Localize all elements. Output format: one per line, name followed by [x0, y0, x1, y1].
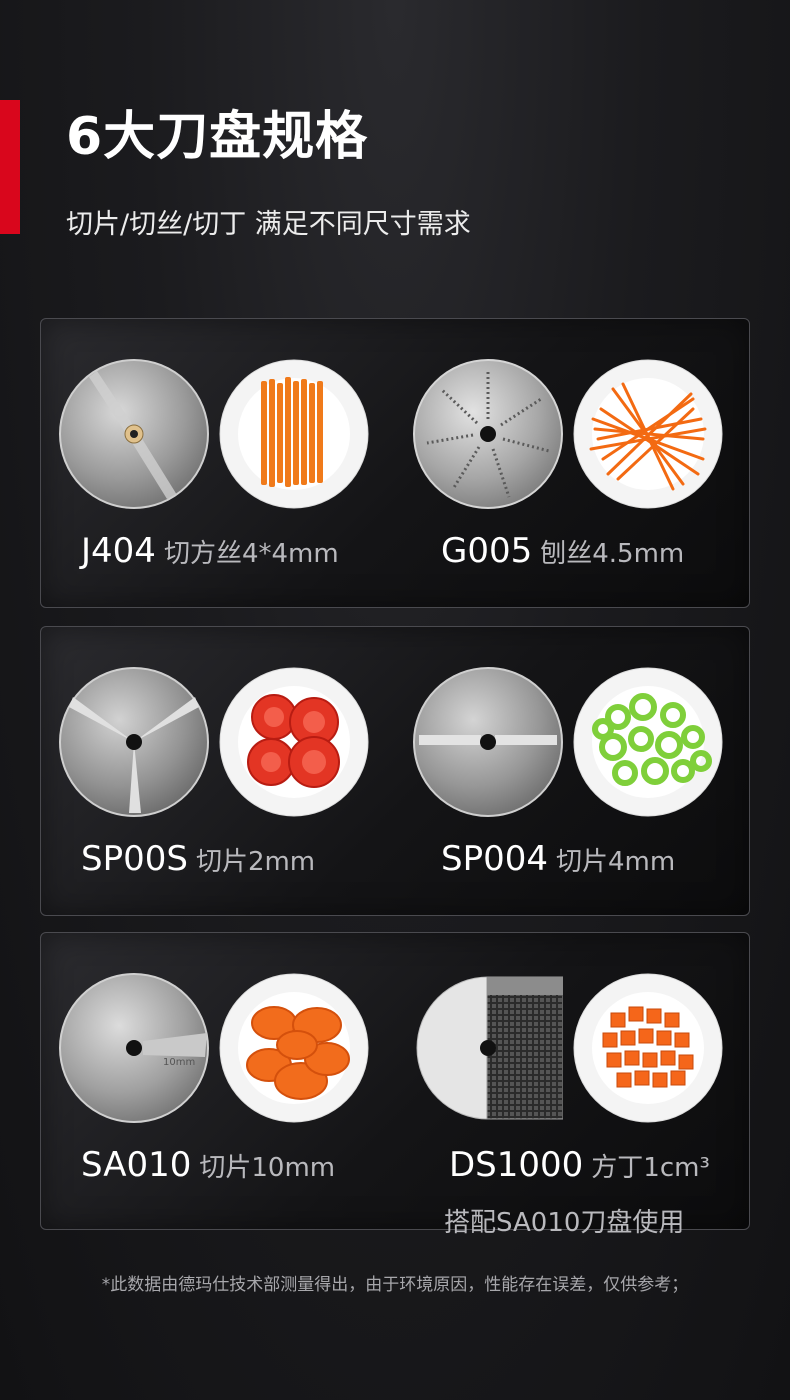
blade-label-sp00s: SP00S 切片2mm	[81, 839, 315, 879]
blade-card-sp00s: SP00S 切片2mm	[41, 627, 395, 915]
slicing-disc-2mm-icon	[59, 667, 209, 817]
blade-desc: 切方丝4*4mm	[163, 539, 339, 569]
blade-desc: 方丁1cm³	[591, 1153, 710, 1183]
accent-bar	[0, 100, 20, 234]
blade-code: J404	[81, 531, 156, 571]
carrot-shreds-plate-icon	[573, 359, 723, 509]
grater-disc-icon	[413, 359, 563, 509]
blade-label-g005: G005 刨丝4.5mm	[441, 531, 684, 571]
blade-card-sp004: SP004 切片4mm	[395, 627, 749, 915]
blade-code: DS1000	[449, 1145, 584, 1185]
blade-panel-1: J404 切方丝4*4mm G005 刨丝4.5mm	[40, 318, 750, 608]
blade-card-ds1000: DS1000 方丁1cm³	[395, 933, 749, 1229]
blade-card-g005: G005 刨丝4.5mm	[395, 319, 749, 607]
carrot-square-strips-plate-icon	[219, 359, 369, 509]
blade-card-j404: J404 切方丝4*4mm	[41, 319, 395, 607]
blade-label-j404: J404 切方丝4*4mm	[81, 531, 339, 571]
slicing-disc-4mm-icon	[413, 667, 563, 817]
blade-code: G005	[441, 531, 533, 571]
blade-desc: 切片2mm	[195, 847, 316, 877]
blade-label-sa010: SA010 切片10mm	[81, 1145, 335, 1185]
page-subtitle: 切片/切丝/切丁 满足不同尺寸需求	[66, 209, 471, 240]
blade-desc: 切片10mm	[199, 1153, 336, 1183]
blade-desc: 切片4mm	[555, 847, 676, 877]
carrot-slices-plate-icon	[219, 973, 369, 1123]
disc-marking: 10mm	[163, 1057, 195, 1068]
blade-panel-3: 10mm SA010 切片10mm DS1000 方丁1cm³	[40, 932, 750, 1230]
blade-code: SA010	[81, 1145, 192, 1185]
carrot-cubes-plate-icon	[573, 973, 723, 1123]
green-pepper-rings-plate-icon	[573, 667, 723, 817]
blade-label-sp004: SP004 切片4mm	[441, 839, 675, 879]
blade-note-ds1000: 搭配SA010刀盘使用	[444, 1208, 685, 1238]
slicing-disc-10mm-icon: 10mm	[59, 973, 209, 1123]
blade-code: SP00S	[81, 839, 188, 879]
page-title: 6大刀盘规格	[66, 107, 369, 167]
blade-label-ds1000: DS1000 方丁1cm³	[449, 1145, 710, 1185]
julienne-disc-icon	[59, 359, 209, 509]
blade-card-sa010: 10mm SA010 切片10mm	[41, 933, 395, 1229]
blade-panel-2: SP00S 切片2mm SP004 切片4mm	[40, 626, 750, 916]
blade-code: SP004	[441, 839, 548, 879]
tomato-slices-plate-icon	[219, 667, 369, 817]
footnote: *此数据由德玛仕技术部测量得出，由于环境原因，性能存在误差，仅供参考；	[101, 1275, 689, 1295]
dicing-grid-icon	[413, 973, 563, 1123]
blade-desc: 刨丝4.5mm	[540, 539, 685, 569]
